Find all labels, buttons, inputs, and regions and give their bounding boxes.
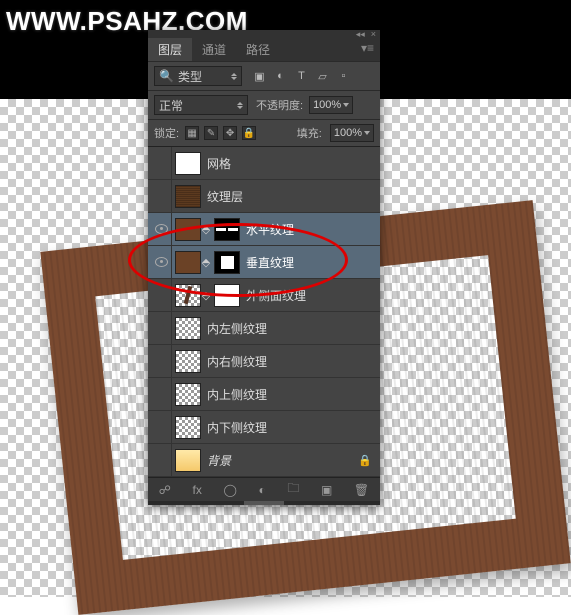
visibility-toggle[interactable]: [152, 345, 172, 377]
layer-fx-icon[interactable]: fx: [193, 483, 202, 497]
visibility-toggle[interactable]: [152, 147, 172, 179]
visibility-toggle[interactable]: [152, 246, 172, 278]
tab-channels[interactable]: 通道: [192, 38, 236, 61]
lock-transparent-icon[interactable]: ▦: [185, 126, 199, 140]
layer-kind-dropdown[interactable]: 🔍 类型: [154, 66, 242, 86]
panel-menu-icon[interactable]: ▾≡: [355, 38, 380, 61]
mask-link-icon[interactable]: ⬘: [201, 256, 211, 269]
blend-row: 正常 不透明度: 100%: [148, 90, 380, 119]
layer-name-label[interactable]: 垂直纹理: [246, 254, 294, 271]
blend-mode-label: 正常: [159, 97, 183, 114]
mask-thumbnail[interactable]: [214, 218, 240, 241]
scroll-indicator: [148, 501, 380, 505]
tab-layers[interactable]: 图层: [148, 38, 192, 61]
lock-pixels-icon[interactable]: ✎: [204, 126, 218, 140]
mask-thumbnail[interactable]: [214, 284, 240, 307]
filter-adjustment-icon[interactable]: ◐: [273, 69, 288, 84]
layer-thumbnail[interactable]: [175, 350, 201, 373]
layer-row[interactable]: ⬘ 外侧面纹理: [148, 279, 380, 312]
layer-row[interactable]: 内上侧纹理: [148, 378, 380, 411]
opacity-label: 不透明度:: [256, 97, 303, 113]
layer-name-label[interactable]: 纹理层: [207, 188, 243, 205]
layer-name-label[interactable]: 背景: [207, 452, 231, 469]
lock-position-icon[interactable]: ✥: [223, 126, 237, 140]
filter-type-icon[interactable]: T: [294, 69, 309, 84]
mask-thumbnail[interactable]: [214, 251, 240, 274]
filter-shape-icon[interactable]: ▱: [315, 69, 330, 84]
layer-row[interactable]: 内下侧纹理: [148, 411, 380, 444]
visibility-toggle[interactable]: [152, 411, 172, 443]
layer-name-label[interactable]: 内左侧纹理: [207, 320, 267, 337]
layer-thumbnail[interactable]: [175, 218, 201, 241]
visibility-toggle[interactable]: [152, 444, 172, 476]
layers-panel[interactable]: ◂◂ × 图层 通道 路径 ▾≡ 🔍 类型 ▣ ◐ T ▱ ▫ 正常 不透明度:…: [148, 30, 380, 505]
layer-name-label[interactable]: 外侧面纹理: [246, 287, 306, 304]
lock-all-icon[interactable]: 🔒: [242, 126, 256, 140]
layer-name-label[interactable]: 网格: [207, 155, 231, 172]
new-group-icon[interactable]: 🗀: [287, 479, 299, 500]
lock-row: 锁定: ▦ ✎ ✥ 🔒 填充: 100%: [148, 119, 380, 146]
search-icon: 🔍: [159, 69, 174, 83]
panel-bottom-bar: ☍ fx ◯ ◐ 🗀 ▣ 🗑: [148, 477, 380, 501]
layer-row[interactable]: ⬘ 垂直纹理: [148, 246, 380, 279]
layer-thumbnail[interactable]: [175, 185, 201, 208]
layer-thumbnail[interactable]: [175, 449, 201, 472]
opacity-input[interactable]: 100%: [309, 96, 353, 114]
filter-pixel-icon[interactable]: ▣: [252, 69, 267, 84]
visibility-toggle[interactable]: [152, 180, 172, 212]
layer-kind-label: 类型: [178, 68, 202, 85]
opacity-value: 100%: [313, 99, 341, 111]
filter-row: 🔍 类型 ▣ ◐ T ▱ ▫: [148, 61, 380, 90]
fill-label: 填充:: [297, 125, 322, 141]
layers-list: 网格纹理层 ⬘ 水平纹理 ⬘ 垂直纹理 ⬘ 外侧面纹理内左侧纹理内右侧纹理内上侧纹理内下侧纹…: [148, 146, 380, 477]
layer-row[interactable]: 背景 🔒: [148, 444, 380, 477]
layer-thumbnail[interactable]: [175, 416, 201, 439]
fill-value: 100%: [334, 127, 362, 139]
fill-input[interactable]: 100%: [330, 124, 374, 142]
link-layers-icon[interactable]: ☍: [159, 483, 171, 497]
blend-mode-dropdown[interactable]: 正常: [154, 95, 248, 115]
layer-name-label[interactable]: 内右侧纹理: [207, 353, 267, 370]
layer-thumbnail[interactable]: [175, 251, 201, 274]
visibility-toggle[interactable]: [152, 279, 172, 311]
tab-paths[interactable]: 路径: [236, 38, 280, 61]
layer-name-label[interactable]: 水平纹理: [246, 221, 294, 238]
layer-thumbnail[interactable]: [175, 152, 201, 175]
mask-link-icon[interactable]: ⬘: [201, 223, 211, 236]
layer-thumbnail[interactable]: [175, 383, 201, 406]
layer-row[interactable]: 内左侧纹理: [148, 312, 380, 345]
layer-thumbnail[interactable]: [175, 284, 201, 307]
lock-label: 锁定:: [154, 125, 179, 141]
filter-smartobject-icon[interactable]: ▫: [336, 69, 351, 84]
panel-tabs: 图层 通道 路径 ▾≡: [148, 38, 380, 61]
mask-link-icon[interactable]: ⬘: [201, 289, 211, 302]
visibility-toggle[interactable]: [152, 378, 172, 410]
layer-row[interactable]: ⬘ 水平纹理: [148, 213, 380, 246]
layer-row[interactable]: 纹理层: [148, 180, 380, 213]
new-layer-icon[interactable]: ▣: [321, 483, 332, 497]
delete-layer-icon[interactable]: 🗑: [354, 483, 369, 497]
fill-adjust-icon[interactable]: ◐: [259, 483, 266, 497]
layer-name-label[interactable]: 内下侧纹理: [207, 419, 267, 436]
visibility-toggle[interactable]: [152, 312, 172, 344]
layer-thumbnail[interactable]: [175, 317, 201, 340]
add-mask-icon[interactable]: ◯: [223, 483, 236, 497]
layer-row[interactable]: 内右侧纹理: [148, 345, 380, 378]
panel-titlebar[interactable]: ◂◂ ×: [148, 30, 380, 38]
layer-row[interactable]: 网格: [148, 147, 380, 180]
visibility-toggle[interactable]: [152, 213, 172, 245]
lock-icon: 🔒: [358, 454, 372, 467]
layer-name-label[interactable]: 内上侧纹理: [207, 386, 267, 403]
